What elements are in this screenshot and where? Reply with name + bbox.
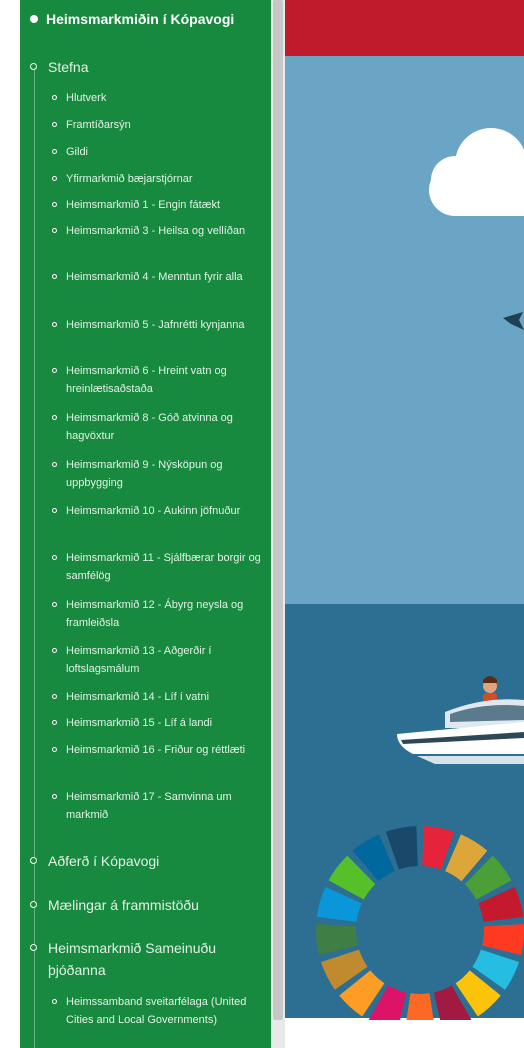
nav-subitem-label: Heimsmarkmið 17 - Samvinna um markmið (66, 791, 232, 821)
circle-bullet-icon (52, 648, 57, 653)
nav-item-maelingar[interactable]: Mælingar á frammistöðu (30, 894, 268, 916)
nav-subitem-label: Heimsmarkmið 13 - Aðgerðir í loftslagsmá… (66, 645, 212, 675)
sidebar-nav: Heimsmarkmiðin í Kópavogi Stefna Hlutver… (20, 0, 271, 1048)
filled-bullet-icon (30, 15, 38, 23)
nav-subitem-goal-11[interactable]: Heimsmarkmið 11 - Sjálfbærar borgir og s… (52, 549, 266, 585)
nav-subitem-goal-10[interactable]: Heimsmarkmið 10 - Aukinn jöfnuður (52, 502, 266, 520)
nav-subitem-goal-17[interactable]: Heimsmarkmið 17 - Samvinna um markmið (52, 788, 266, 824)
wheel-segment (316, 924, 358, 955)
nav-subitem-goal-14[interactable]: Heimsmarkmið 14 - Líf í vatni (52, 688, 266, 706)
nav-subitem-label: Yfirmarkmið bæjarstjórnar (66, 173, 193, 185)
boat-icon (397, 676, 524, 764)
circle-bullet-icon (52, 176, 57, 181)
circle-bullet-icon (52, 602, 57, 607)
circle-bullet-icon (52, 794, 57, 799)
nav-subitem-goal-8[interactable]: Heimsmarkmið 8 - Góð atvinna og hagvöxtu… (52, 409, 266, 445)
nav-subitem-goal-15[interactable]: Heimsmarkmið 15 - Líf á landi (52, 714, 266, 732)
nav-subitem-goal-12[interactable]: Heimsmarkmið 12 - Ábyrg neysla og framle… (52, 596, 266, 632)
scrollbar-thumb[interactable] (273, 0, 283, 1020)
nav-subitem-label: Heimsmarkmið 9 - Nýsköpun og uppbygging (66, 459, 223, 489)
nav-subitem-label: Heimsmarkmið 16 - Friður og réttlæti (66, 744, 246, 756)
nav-subitem-label: Heimsmarkmið 8 - Góð atvinna og hagvöxtu… (66, 412, 233, 442)
nav-subitem-hlutverk[interactable]: Hlutverk (52, 89, 266, 107)
nav-subitem-label: Framtíðarsýn (66, 119, 131, 131)
nav-subitem-label: Gildi (66, 146, 89, 158)
nav-subitem-goal-5[interactable]: Heimsmarkmið 5 - Jafnrétti kynjanna (52, 316, 266, 334)
nav-item-adferd[interactable]: Aðferð í Kópavogi (30, 850, 268, 872)
sidebar-title-link[interactable]: Heimsmarkmiðin í Kópavogi (20, 8, 271, 30)
circle-bullet-icon (52, 999, 57, 1004)
hero-illustration (285, 0, 524, 1048)
nav-subitem-label: Heimsmarkmið 14 - Líf í vatni (66, 691, 210, 703)
bird-icon (503, 312, 524, 330)
nav-item-label: Heimsmarkmið Sameinuðu þjóðanna (48, 940, 217, 978)
circle-bullet-icon (30, 944, 37, 951)
circle-bullet-icon (52, 415, 57, 420)
bottom-strip (285, 1018, 524, 1048)
nav-subitem-label: Heimsmarkmið 11 - Sjálfbærar borgir og s… (66, 552, 261, 582)
circle-bullet-icon (52, 149, 57, 154)
circle-bullet-icon (52, 95, 57, 100)
nav-subitem-label: Heimsmarkmið 5 - Jafnrétti kynjanna (66, 319, 245, 331)
nav-item-label: Aðferð í Kópavogi (48, 853, 160, 869)
circle-bullet-icon (52, 555, 57, 560)
nav-subitem-label: Heimsmarkmið 12 - Ábyrg neysla og framle… (66, 599, 244, 629)
circle-bullet-icon (52, 202, 57, 207)
circle-bullet-icon (30, 63, 37, 70)
nav-subitem-label: Heimsmarkmið 15 - Líf á landi (66, 717, 213, 729)
nav-item-sameinudu[interactable]: Heimsmarkmið Sameinuðu þjóðanna (30, 937, 268, 981)
circle-bullet-icon (52, 228, 57, 233)
circle-bullet-icon (52, 368, 57, 373)
nav-subitem-goal-9[interactable]: Heimsmarkmið 9 - Nýsköpun og uppbygging (52, 456, 266, 492)
red-header-bar (285, 0, 524, 56)
nav-subitem-goal-16[interactable]: Heimsmarkmið 16 - Friður og réttlæti (52, 741, 266, 759)
nav-subitem-framtidarsyn[interactable]: Framtíðarsýn (52, 116, 266, 134)
nav-subitem-goal-3[interactable]: Heimsmarkmið 3 - Heilsa og vellíðan (52, 222, 266, 240)
cloud-icon (429, 128, 524, 216)
nav-subitem-yfirmarkmid[interactable]: Yfirmarkmið bæjarstjórnar (52, 170, 266, 188)
wheel-segment (406, 993, 434, 1020)
circle-bullet-icon (30, 901, 37, 908)
nav-subitem-label: Heimssamband sveitarfélaga (United Citie… (66, 996, 247, 1026)
circle-bullet-icon (52, 462, 57, 467)
circle-bullet-icon (52, 274, 57, 279)
nav-item-stefna[interactable]: Stefna (30, 56, 268, 78)
nav-subitem-label: Hlutverk (66, 92, 107, 104)
circle-bullet-icon (52, 122, 57, 127)
nav-subitem-label: Heimsmarkmið 1 - Engin fátækt (66, 199, 221, 211)
nav-subitem-label: Heimsmarkmið 3 - Heilsa og vellíðan (66, 225, 246, 237)
nav-subitem-ucl-governments[interactable]: Heimssamband sveitarfélaga (United Citie… (52, 993, 266, 1029)
wheel-segment (482, 924, 524, 955)
nav-subitem-goal-1[interactable]: Heimsmarkmið 1 - Engin fátækt (52, 196, 266, 214)
circle-bullet-icon (52, 747, 57, 752)
circle-bullet-icon (52, 694, 57, 699)
nav-item-label: Stefna (48, 59, 89, 75)
nav-subitem-goal-4[interactable]: Heimsmarkmið 4 - Menntun fyrir alla (52, 268, 266, 286)
nav-subitem-gildi[interactable]: Gildi (52, 143, 266, 161)
sdg-color-wheel-icon (316, 826, 524, 1020)
circle-bullet-icon (30, 857, 37, 864)
nav-subitem-label: Heimsmarkmið 10 - Aukinn jöfnuður (66, 505, 241, 517)
sidebar-scrollbar[interactable] (271, 0, 285, 1048)
nav-item-label: Mælingar á frammistöðu (48, 897, 199, 913)
nav-subitem-label: Heimsmarkmið 4 - Menntun fyrir alla (66, 271, 243, 283)
circle-bullet-icon (52, 508, 57, 513)
circle-bullet-icon (52, 720, 57, 725)
nav-subitem-goal-6[interactable]: Heimsmarkmið 6 - Hreint vatn og hreinlæt… (52, 362, 266, 398)
circle-bullet-icon (52, 322, 57, 327)
nav-subitem-goal-13[interactable]: Heimsmarkmið 13 - Aðgerðir í loftslagsmá… (52, 642, 266, 678)
nav-subitem-label: Heimsmarkmið 6 - Hreint vatn og hreinlæt… (66, 365, 227, 395)
sidebar-title-label: Heimsmarkmiðin í Kópavogi (46, 11, 235, 27)
